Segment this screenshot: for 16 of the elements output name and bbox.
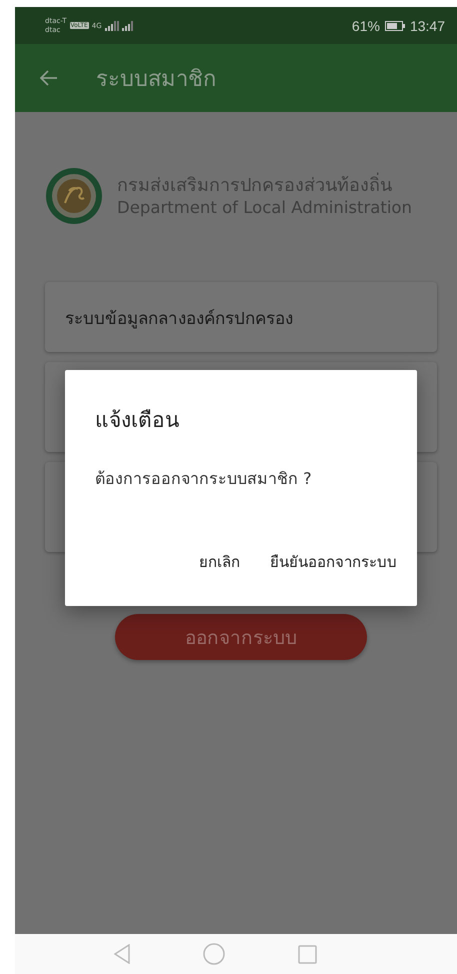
signal-icon	[104, 20, 119, 30]
clock: 13:47	[410, 18, 445, 34]
battery-icon	[384, 20, 405, 30]
dialog-button[interactable]: ยืนยันออกจากระบบ	[270, 550, 397, 574]
dialog-title: แจ้งเตือน	[95, 407, 180, 434]
signal-icon	[122, 20, 136, 30]
menu-card[interactable]: ระบบข้อมูลกลางองค์กรปกครอง	[45, 282, 437, 352]
page-title: ระบบสมาชิก	[96, 66, 216, 94]
dialog-button[interactable]: ยกเลิก	[199, 550, 240, 574]
battery-percent: 61%	[352, 18, 380, 34]
emblem-logo	[45, 167, 103, 225]
home-icon[interactable]	[202, 943, 224, 965]
dialog-message: ต้องการออกจากระบบสมาชิก ?	[95, 468, 313, 490]
back-arrow-icon[interactable]	[40, 70, 58, 86]
recents-icon[interactable]	[298, 944, 316, 964]
back-icon[interactable]	[114, 944, 130, 964]
